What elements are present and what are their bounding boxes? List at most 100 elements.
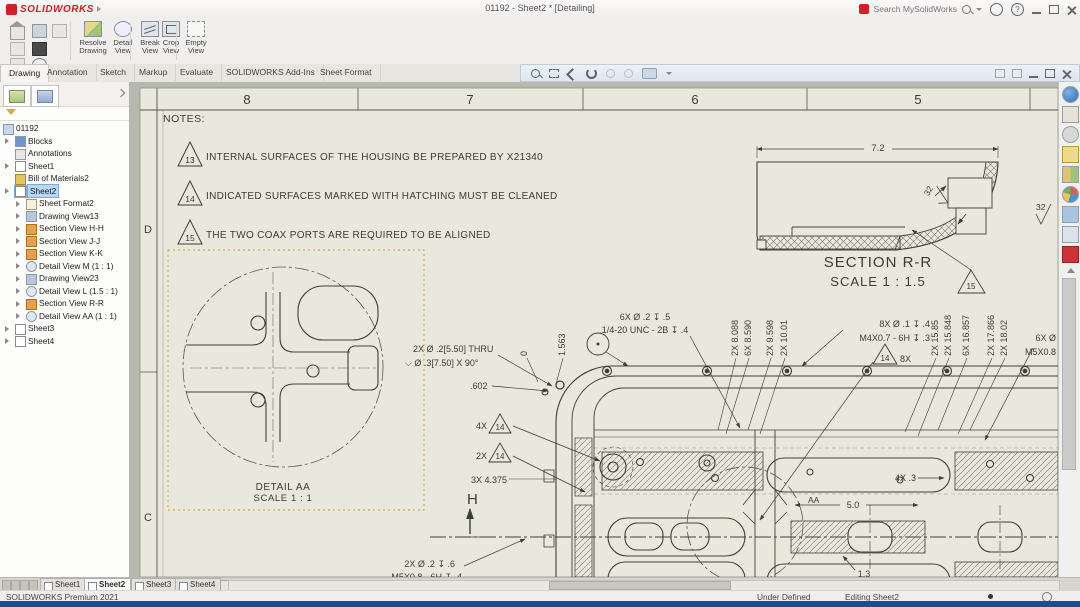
expand-icon[interactable] [16, 276, 20, 282]
tree-item-drawing-view23[interactable]: Drawing View23 [0, 272, 129, 285]
print-icon[interactable] [32, 42, 47, 56]
tab-markup[interactable]: Markup [131, 64, 176, 81]
tree-item-section-view-kk[interactable]: Section View K-K [0, 247, 129, 260]
tree-item-sheet4[interactable]: Sheet4 [0, 335, 129, 348]
empty-view-button[interactable]: Empty View [179, 20, 213, 62]
expand-icon[interactable] [5, 138, 9, 144]
expand-icon[interactable] [5, 338, 9, 344]
titlebar-right: Search MySolidWorks ? [859, 1, 1076, 17]
user-account-icon[interactable] [990, 3, 1003, 16]
help-icon[interactable]: ? [1011, 3, 1024, 16]
file-explorer-icon[interactable] [1062, 146, 1079, 163]
doc-window-icon[interactable] [995, 69, 1005, 78]
feature-tree-tab[interactable] [3, 85, 31, 107]
section-view-icon[interactable] [606, 69, 615, 78]
expand-icon[interactable] [16, 201, 20, 207]
expand-icon[interactable] [5, 188, 9, 194]
tab-sheet-format[interactable]: Sheet Format [312, 64, 381, 81]
new-document-icon[interactable] [10, 42, 25, 56]
tree-item-sheet-format2[interactable]: Sheet Format2 [0, 197, 129, 210]
tab-evaluate[interactable]: Evaluate [172, 64, 222, 81]
expand-icon[interactable] [16, 238, 20, 244]
tab-sketch[interactable]: Sketch [92, 64, 135, 81]
doc-minimize-button[interactable] [1029, 68, 1038, 78]
home-tab-icon[interactable] [1062, 106, 1079, 123]
zone-row-c: C [144, 512, 152, 524]
search-box[interactable]: Search MySolidWorks [859, 4, 982, 14]
flag4x-qty: 4X [476, 421, 487, 431]
tree-item-detail-view-aa[interactable]: Detail View AA (1 : 1) [0, 310, 129, 323]
expand-icon[interactable] [16, 251, 20, 257]
panel-expand-icon[interactable] [117, 89, 125, 97]
tab-annotation[interactable]: Annotation [39, 64, 97, 81]
graphics-area[interactable]: 8 7 6 5 D C NOTES: 13 INTERNAL SURFACES … [130, 82, 1058, 577]
tree-item-section-view-rr[interactable]: Section View R-R [0, 297, 129, 310]
view-orientation-icon[interactable] [624, 69, 633, 78]
expand-icon[interactable] [16, 313, 20, 319]
tree-filter-row[interactable] [0, 106, 129, 121]
tree-item-sheet3[interactable]: Sheet3 [0, 322, 129, 335]
expand-icon[interactable] [5, 163, 9, 169]
property-manager-tab[interactable] [31, 85, 59, 107]
tree-item-bill-of-materials[interactable]: Bill of Materials2 [0, 172, 129, 185]
expand-icon[interactable] [16, 213, 20, 219]
zoom-to-area-icon[interactable] [549, 69, 559, 78]
view-palette-icon[interactable] [1062, 206, 1079, 223]
doc-restore-button[interactable] [1045, 69, 1055, 78]
solidworks-resources-icon[interactable] [1062, 86, 1079, 103]
custom-properties-icon[interactable] [1062, 246, 1079, 263]
flag2x-num: 14 [496, 452, 505, 461]
tree-item-drawing-view13[interactable]: Drawing View13 [0, 210, 129, 223]
scroll-up-icon[interactable] [1067, 268, 1075, 273]
minimize-button[interactable] [1032, 4, 1041, 14]
expand-icon[interactable] [5, 326, 9, 332]
dim-9598: 2X 9.598 [765, 320, 775, 356]
doc-close-button[interactable] [1062, 69, 1071, 78]
copy-settings-icon[interactable] [1062, 226, 1079, 243]
expand-icon[interactable] [16, 288, 20, 294]
zone-col-6: 6 [691, 92, 698, 107]
drawing-view-icon [26, 274, 37, 285]
settings-icon[interactable] [1062, 126, 1079, 143]
home-icon[interactable] [10, 26, 25, 40]
tree-item-sheet1[interactable]: Sheet1 [0, 160, 129, 173]
note-14-text: INDICATED SURFACES MARKED WITH HATCHING … [206, 191, 558, 202]
section-rr-scale: SCALE 1 : 1.5 [830, 274, 925, 289]
zoom-to-fit-icon[interactable] [531, 69, 540, 78]
search-icon[interactable] [962, 5, 971, 14]
dim-corner-thru-2: ⌵ Ø .3[7.50] X 90° [405, 358, 479, 368]
undo-icon[interactable] [52, 24, 67, 38]
tree-item-detail-view-m[interactable]: Detail View M (1 : 1) [0, 260, 129, 273]
tree-root[interactable]: 01192 [0, 122, 129, 135]
horizontal-scrollbar-thumb[interactable] [549, 581, 731, 590]
zone-row-d: D [144, 224, 152, 236]
tree-item-blocks[interactable]: Blocks [0, 135, 129, 148]
tree-item-detail-view-l[interactable]: Detail View L (1.5 : 1) [0, 285, 129, 298]
expand-icon[interactable] [16, 226, 20, 232]
expand-icon[interactable] [16, 301, 20, 307]
previous-view-icon[interactable] [566, 68, 579, 81]
dim-edge-tap-1: 6X Ø [1035, 333, 1056, 343]
dim-13: 1.3 [858, 569, 871, 577]
search-options-icon[interactable] [976, 8, 982, 11]
sheet-icon [15, 161, 26, 172]
search-input[interactable]: Search MySolidWorks [874, 4, 957, 14]
tree-item-sheet2[interactable]: Sheet2 [0, 185, 129, 198]
hide-show-items-icon[interactable] [666, 72, 672, 75]
annotations-icon [15, 149, 26, 160]
tree-item-section-view-hh[interactable]: Section View H-H [0, 222, 129, 235]
tree-item-section-view-jj[interactable]: Section View J-J [0, 235, 129, 248]
vertical-scrollbar-thumb[interactable] [1062, 278, 1076, 470]
tab-solidworks-add-ins[interactable]: SOLIDWORKS Add-Ins [218, 64, 324, 81]
restore-button[interactable] [1049, 5, 1059, 14]
appearances-icon[interactable] [1062, 186, 1079, 203]
resolve-drawing-button[interactable]: Resolve Drawing [76, 20, 110, 62]
display-style-icon[interactable] [642, 68, 657, 79]
doc-window-icon-2[interactable] [1012, 69, 1022, 78]
tree-item-annotations[interactable]: Annotations [0, 147, 129, 160]
rotate-view-icon[interactable] [586, 68, 597, 79]
save-icon[interactable] [32, 24, 47, 38]
close-button[interactable] [1067, 5, 1076, 14]
expand-icon[interactable] [16, 263, 20, 269]
design-library-icon[interactable] [1062, 166, 1079, 183]
